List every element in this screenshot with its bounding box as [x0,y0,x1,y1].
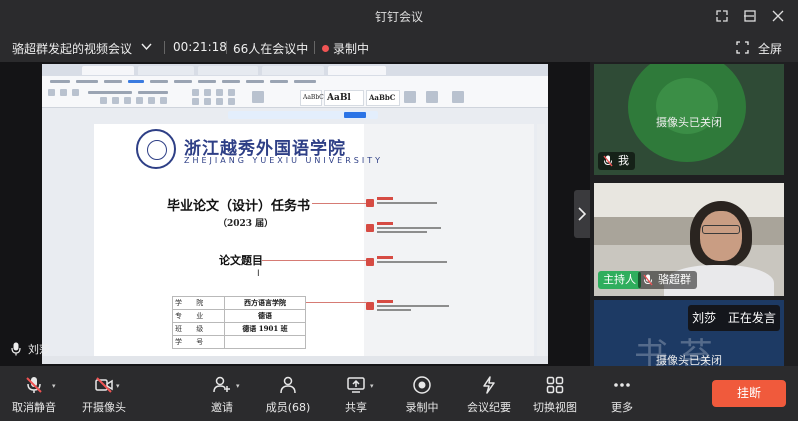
table-row: 学 院西方语言学院 [172,296,306,310]
fullscreen-label[interactable]: 全屏 [758,40,782,57]
student-info-table: 学 院西方语言学院 专 业德语 班 级德语 1901 班 学 号 [172,296,306,349]
meeting-duration: 00:21:18 [173,40,227,54]
recording-dot-icon [322,45,329,52]
active-speaker-badge: 刘莎 正在发言 [688,305,780,331]
host-badge: 主持人 [598,271,641,289]
toolbar-label: 录制中 [405,401,439,414]
comment-item [366,197,526,215]
minutes-button[interactable]: 会议纪要 [464,366,514,421]
window-title-bar: 钉钉会议 [0,0,798,32]
fullscreen-icon[interactable] [736,41,749,54]
more-button[interactable]: 更多 [602,366,642,421]
invite-button[interactable]: ▾ 邀请 [200,366,244,421]
members-button[interactable]: 成员(68) [262,366,314,421]
share-button[interactable]: ▾ 共享 [334,366,378,421]
document-title: 毕业论文（设计）任务书 [167,199,311,214]
unmute-button[interactable]: ▾ 取消静音 [6,366,62,421]
meeting-name[interactable]: 骆超群发起的视频会议 [12,40,132,57]
toolbar-label: 开摄像头 [82,401,126,414]
video-person [702,225,740,234]
video-person [700,211,742,261]
mic-muted-icon [643,274,653,286]
doc-notice-button [344,112,366,118]
doc-scrollbar [537,124,545,356]
table-row: 班 级德语 1901 班 [172,322,306,336]
shared-document-window: AaBbCcDc AaBl AaBbC 浙江越秀外国语学院 ZHEJIANG Y… [42,64,548,364]
maximize-icon[interactable] [740,6,760,26]
divider [226,41,227,54]
attendee-count[interactable]: 66人在会议中 [233,40,308,57]
add-user-icon [213,376,230,393]
microphone-icon [11,342,21,356]
camera-off-label: 摄像头已关闭 [656,354,722,366]
participant-name-tag: 我 [598,152,635,170]
toolbar-label: 共享 [345,401,367,414]
participant-name-tag: 骆超群 [638,271,697,289]
chevron-down-icon[interactable]: ▾ [236,382,240,390]
avatar [628,64,746,162]
shared-screen[interactable]: AaBbCcDc AaBl AaBbC 浙江越秀外国语学院 ZHEJIANG Y… [0,62,590,366]
doc-tab-strip [42,64,548,76]
chevron-right-icon [578,207,587,221]
document-topic-label: 论文题目 [219,254,263,267]
divider [164,41,165,54]
comment-item [366,222,526,240]
mic-muted-icon [26,377,42,393]
text-cursor-icon: I [257,269,260,279]
video-background [594,217,784,245]
close-icon[interactable] [768,6,788,26]
hang-up-button[interactable]: 挂断 [712,380,786,407]
chevron-down-icon[interactable]: ▾ [370,382,374,390]
toolbar-label: 取消静音 [12,401,56,414]
window-title: 钉钉会议 [374,10,423,24]
document-year: （2023 届） [218,219,274,229]
chevron-down-icon[interactable]: ▾ [52,382,56,390]
camera-off-icon [95,377,113,393]
toolbar-label: 更多 [611,401,633,414]
ai-minutes-icon [483,376,495,394]
switch-view-button[interactable]: 切换视图 [530,366,580,421]
share-screen-icon [347,377,365,393]
toolbar-label: 会议纪要 [467,401,511,414]
camera-button[interactable]: ▾ 开摄像头 [74,366,134,421]
record-icon [413,376,431,394]
recording-label: 录制中 [333,42,370,56]
participant-name: 我 [618,154,629,167]
comment-item [366,300,526,318]
university-name-en: ZHEJIANG YUEXIU UNIVERSITY [184,156,383,165]
participant-name: 骆超群 [658,273,691,286]
table-row: 学 号 [172,335,306,349]
speaking-status: 正在发言 [727,311,776,325]
members-icon [280,376,296,394]
grid-view-icon [546,376,564,394]
toolbar-label: 切换视图 [533,401,577,414]
mic-muted-icon [603,155,613,167]
comment-panel [364,124,534,358]
comment-item [366,256,526,274]
pin-icon[interactable] [712,6,732,26]
more-dots-icon [614,383,630,387]
toolbar-label: 成员(68) [265,401,311,414]
doc-status-bar [42,356,548,364]
participant-tile-self[interactable]: 摄像头已关闭 我 [594,64,784,175]
camera-off-label: 摄像头已关闭 [656,116,722,129]
divider [314,41,315,54]
shared-screen-speaker: 刘莎 [28,343,50,356]
university-seal-logo [136,129,176,169]
chevron-down-icon[interactable]: ▾ [116,382,120,390]
doc-ribbon [42,76,548,108]
participant-name: 刘莎 [692,311,717,325]
meeting-info-bar: 骆超群发起的视频会议 00:21:18 66人在会议中 录制中 全屏 [0,32,798,62]
record-button[interactable]: 录制中 [400,366,444,421]
table-row: 专 业德语 [172,309,306,323]
recording-status: 录制中 [322,40,369,57]
toolbar-label: 邀请 [211,401,233,414]
chevron-down-icon[interactable] [141,43,152,51]
participant-tile-host[interactable]: 主持人 骆超群 [594,183,784,296]
collapse-panel-button[interactable] [574,190,590,238]
